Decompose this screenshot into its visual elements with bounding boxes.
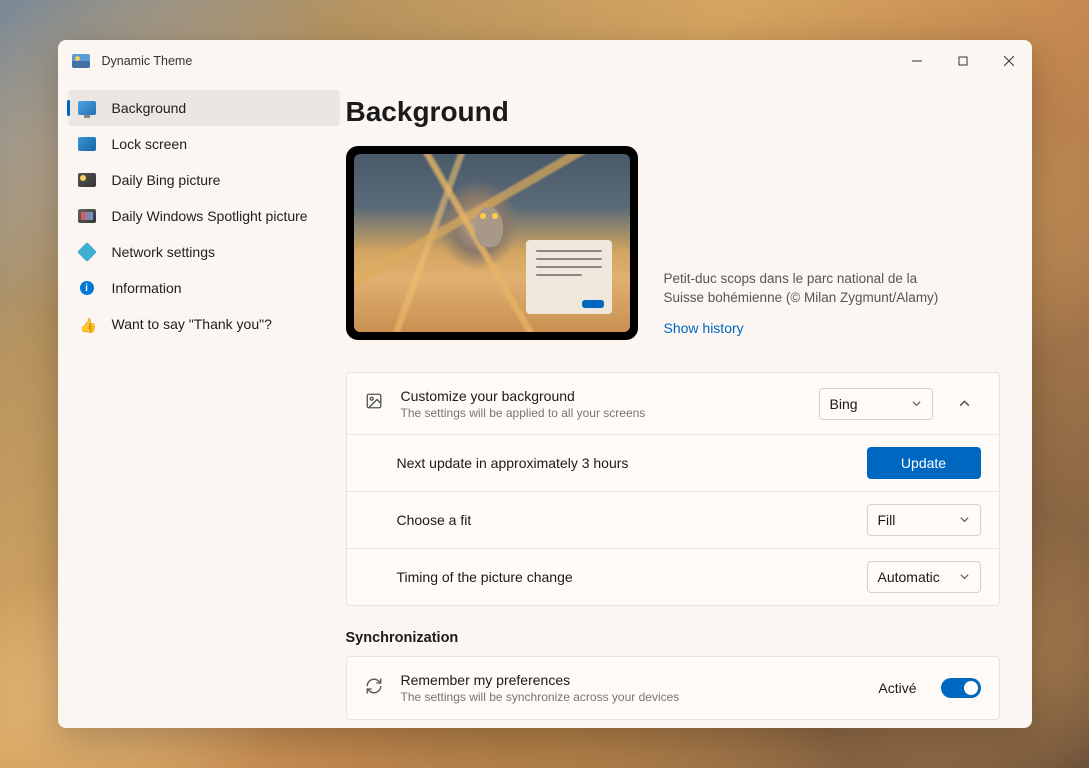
sync-header: Synchronization [346,630,1000,646]
sidebar-item-information[interactable]: i Information [68,270,340,306]
source-select[interactable]: Bing [819,388,933,420]
maximize-button[interactable] [940,45,986,77]
background-preview [346,146,638,340]
fit-value: Fill [878,512,896,528]
customize-subtitle: The settings will be applied to all your… [401,406,803,420]
sidebar-item-lockscreen[interactable]: Lock screen [68,126,340,162]
sync-toggle[interactable] [941,678,981,698]
spotlight-icon [78,209,96,223]
update-button[interactable]: Update [867,447,981,479]
sidebar-item-background[interactable]: Background [68,90,340,126]
sync-subtitle: The settings will be synchronize across … [401,690,863,704]
show-history-link[interactable]: Show history [664,320,1000,336]
sidebar-item-spotlight[interactable]: Daily Windows Spotlight picture [68,198,340,234]
main-content[interactable]: Background [346,82,1032,728]
app-icon [72,54,90,68]
sync-card: Remember my preferences The settings wil… [346,656,1000,720]
monitor-icon [78,101,96,115]
sidebar-item-label: Network settings [112,244,215,260]
sync-title: Remember my preferences [401,672,863,688]
source-value: Bing [830,396,858,412]
timing-value: Automatic [878,569,940,585]
sidebar-item-thankyou[interactable]: 👍 Want to say "Thank you"? [68,306,340,342]
preview-note-overlay [526,240,612,314]
customize-card: Customize your background The settings w… [346,372,1000,606]
chevron-down-icon [959,512,970,528]
minimize-button[interactable] [894,45,940,77]
page-title: Background [346,96,1000,128]
fit-label: Choose a fit [397,512,851,528]
sidebar-item-label: Daily Windows Spotlight picture [112,208,308,224]
toggle-state-label: Activé [878,680,916,696]
sidebar-item-label: Lock screen [112,136,187,152]
sidebar-item-label: Background [112,100,187,116]
sync-icon [365,677,385,700]
customize-title: Customize your background [401,388,803,404]
app-title: Dynamic Theme [102,54,193,68]
bing-picture-icon [78,173,96,187]
chevron-down-icon [959,569,970,585]
lockscreen-icon [78,137,96,151]
collapse-section-button[interactable] [949,388,981,420]
image-caption: Petit-duc scops dans le parc national de… [664,270,944,308]
diamond-icon [77,242,97,262]
chevron-down-icon [911,396,922,412]
fit-select[interactable]: Fill [867,504,981,536]
timing-label: Timing of the picture change [397,569,851,585]
app-window: Dynamic Theme Background Lock screen [58,40,1032,728]
titlebar: Dynamic Theme [58,40,1032,82]
sidebar: Background Lock screen Daily Bing pictur… [58,82,346,728]
sidebar-item-bing[interactable]: Daily Bing picture [68,162,340,198]
update-status: Next update in approximately 3 hours [397,455,851,471]
sidebar-item-label: Want to say "Thank you"? [112,316,272,332]
sidebar-item-label: Daily Bing picture [112,172,221,188]
timing-select[interactable]: Automatic [867,561,981,593]
sidebar-item-network[interactable]: Network settings [68,234,340,270]
sidebar-item-label: Information [112,280,182,296]
thumbs-up-icon: 👍 [80,317,94,331]
info-icon: i [80,281,94,295]
close-button[interactable] [986,45,1032,77]
picture-icon [365,392,385,415]
